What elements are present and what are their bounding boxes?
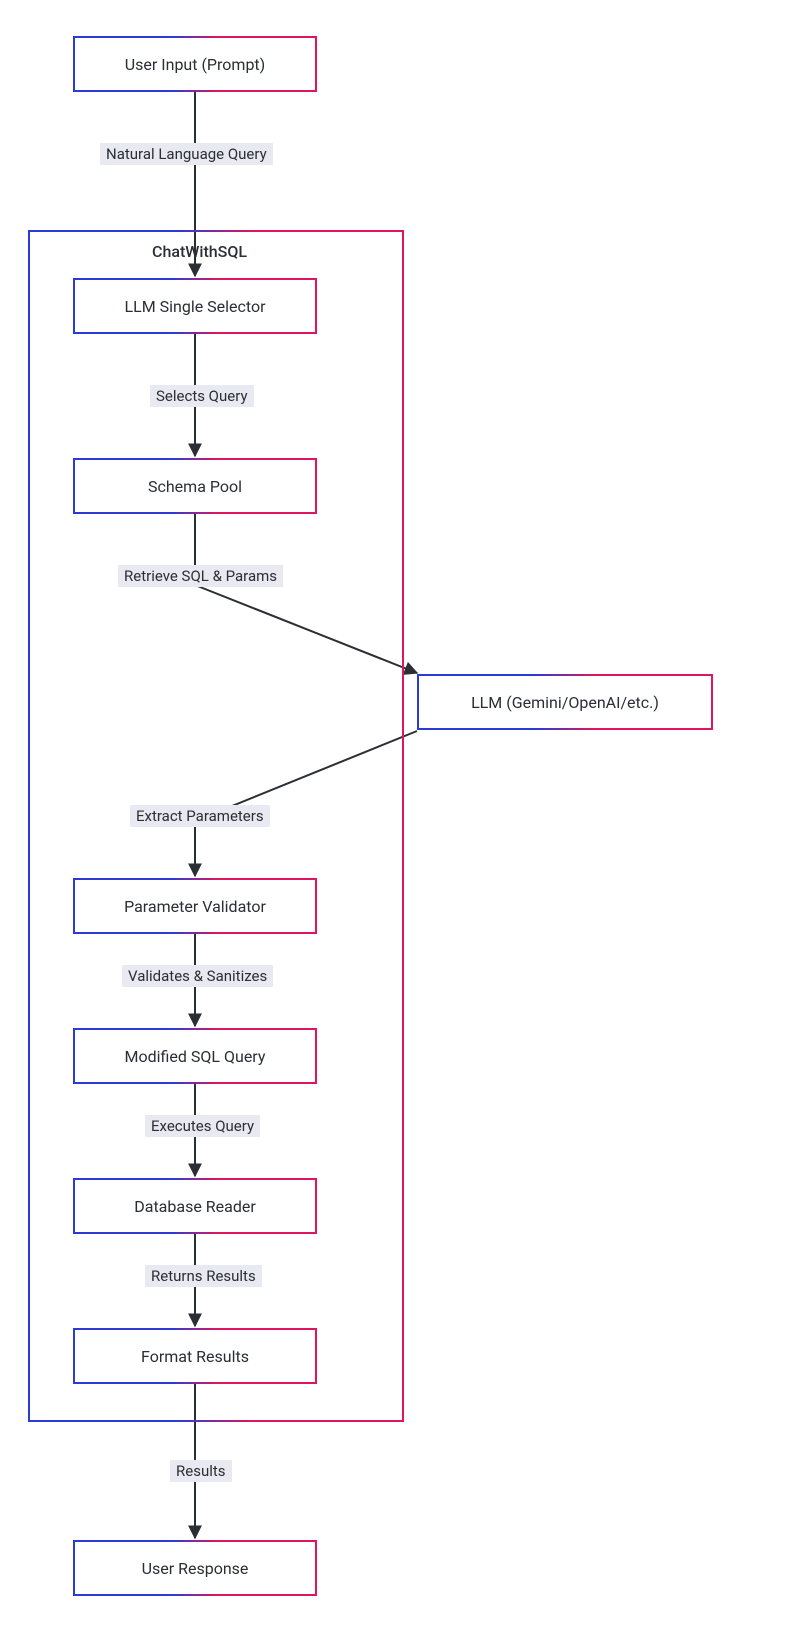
edge-label-nlq: Natural Language Query: [100, 143, 273, 165]
node-llm-external: LLM (Gemini/OpenAI/etc.): [417, 674, 713, 730]
edge-label-extract: Extract Parameters: [130, 805, 270, 827]
edge-label-results: Results: [170, 1460, 232, 1482]
node-user-input: User Input (Prompt): [73, 36, 317, 92]
node-user-response: User Response: [73, 1540, 317, 1596]
edge-label-validates: Validates & Sanitizes: [122, 965, 273, 987]
edge-label-returns: Returns Results: [145, 1265, 262, 1287]
node-llm-selector: LLM Single Selector: [73, 278, 317, 334]
node-param-validator: Parameter Validator: [73, 878, 317, 934]
group-label: ChatWithSQL: [152, 242, 247, 261]
edge-label-retrieve: Retrieve SQL & Params: [118, 565, 283, 587]
node-modified-sql: Modified SQL Query: [73, 1028, 317, 1084]
node-format-results: Format Results: [73, 1328, 317, 1384]
edge-label-executes: Executes Query: [145, 1115, 260, 1137]
node-db-reader: Database Reader: [73, 1178, 317, 1234]
node-schema-pool: Schema Pool: [73, 458, 317, 514]
diagram-canvas: ChatWithSQL User Input (Prompt) LLM Sing…: [0, 0, 800, 1649]
edge-label-selects: Selects Query: [150, 385, 254, 407]
